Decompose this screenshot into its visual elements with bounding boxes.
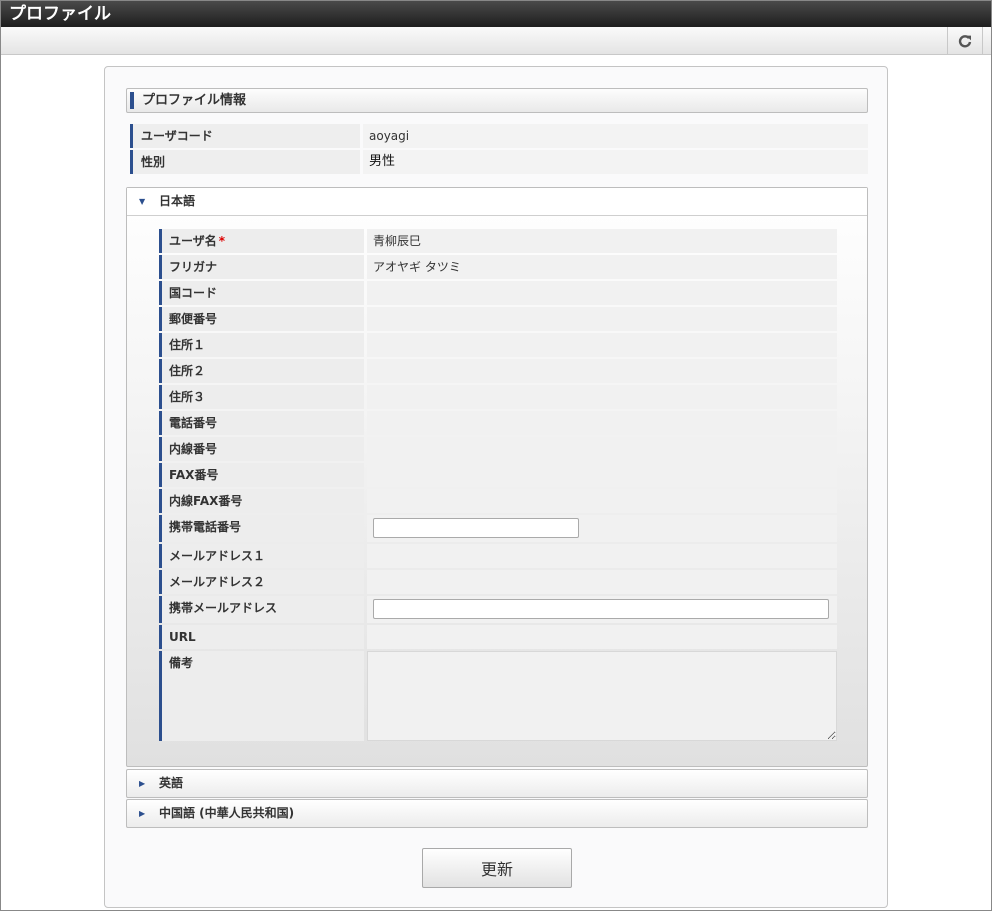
field-row-postal-code: 郵便番号 bbox=[159, 307, 837, 331]
field-label: URL bbox=[159, 625, 364, 649]
caret-right-icon: ▶ bbox=[139, 779, 146, 788]
field-label: 住所２ bbox=[159, 359, 364, 383]
field-row-phone: 電話番号 bbox=[159, 411, 837, 435]
field-row-fax: FAX番号 bbox=[159, 463, 837, 487]
field-label: 国コード bbox=[159, 281, 364, 305]
field-row-extension: 内線番号 bbox=[159, 437, 837, 461]
japanese-form: ユーザ名 * 青柳辰巳 フリガナ アオヤギ タツミ 国コード 郵便番号 住所１ … bbox=[159, 229, 837, 743]
field-label: 内線FAX番号 bbox=[159, 489, 364, 513]
mobile-phone-input[interactable] bbox=[373, 518, 579, 538]
accordion-japanese: ▼ 日本語 ユーザ名 * 青柳辰巳 フリガナ アオヤギ タツミ 国コード 郵便番… bbox=[126, 187, 868, 767]
field-row-email-2: メールアドレス２ bbox=[159, 570, 837, 594]
field-label: FAX番号 bbox=[159, 463, 364, 487]
field-label: 携帯メールアドレス bbox=[159, 596, 364, 623]
accordion-chinese: ▶ 中国語 (中華人民共和国) bbox=[126, 799, 868, 828]
postal-code-value bbox=[367, 307, 837, 331]
accordion-english: ▶ 英語 bbox=[126, 769, 868, 798]
caret-right-icon: ▶ bbox=[139, 809, 146, 818]
country-code-value bbox=[367, 281, 837, 305]
field-label: 内線番号 bbox=[159, 437, 364, 461]
field-row-email-1: メールアドレス１ bbox=[159, 544, 837, 568]
notes-textarea[interactable] bbox=[367, 651, 837, 741]
email-1-value bbox=[367, 544, 837, 568]
fax-value bbox=[367, 463, 837, 487]
field-label: メールアドレス１ bbox=[159, 544, 364, 568]
extension-fax-value bbox=[367, 489, 837, 513]
window-title: プロファイル bbox=[1, 1, 991, 27]
required-mark: * bbox=[218, 234, 226, 248]
address-3-value bbox=[367, 385, 837, 409]
accordion-title: 日本語 bbox=[159, 194, 196, 208]
field-label: ユーザ名 * bbox=[159, 229, 364, 253]
field-label: メールアドレス２ bbox=[159, 570, 364, 594]
summary-row-user-code: ユーザコード aoyagi bbox=[126, 124, 868, 148]
furigana-value: アオヤギ タツミ bbox=[367, 255, 837, 279]
accordion-header-chinese[interactable]: ▶ 中国語 (中華人民共和国) bbox=[127, 800, 867, 827]
extension-value bbox=[367, 437, 837, 461]
url-value bbox=[367, 625, 837, 649]
update-button[interactable]: 更新 bbox=[422, 848, 572, 888]
section-title-profile: プロファイル情報 bbox=[126, 88, 868, 113]
caret-down-icon: ▼ bbox=[139, 197, 146, 206]
gender-value: 男性 bbox=[363, 150, 868, 174]
field-label: 性別 bbox=[130, 150, 360, 174]
app-window: プロファイル プロファイル情報 ユーザコード aoyagi 性別 男性 ▼ 日本… bbox=[0, 0, 992, 911]
refresh-icon bbox=[958, 34, 972, 47]
address-2-value bbox=[367, 359, 837, 383]
field-row-user-name: ユーザ名 * 青柳辰巳 bbox=[159, 229, 837, 253]
accordion-header-japanese[interactable]: ▼ 日本語 bbox=[127, 188, 867, 216]
accordion-header-english[interactable]: ▶ 英語 bbox=[127, 770, 867, 797]
accordion-title: 英語 bbox=[159, 776, 184, 790]
mobile-email-cell bbox=[367, 596, 837, 623]
field-label: ユーザコード bbox=[130, 124, 360, 148]
profile-summary: ユーザコード aoyagi 性別 男性 bbox=[126, 124, 868, 176]
address-1-value bbox=[367, 333, 837, 357]
field-row-mobile-email: 携帯メールアドレス bbox=[159, 596, 837, 623]
toolbar bbox=[1, 27, 991, 55]
field-row-extension-fax: 内線FAX番号 bbox=[159, 489, 837, 513]
field-row-mobile-phone: 携帯電話番号 bbox=[159, 515, 837, 542]
field-row-notes: 備考 bbox=[159, 651, 837, 741]
field-label: 住所３ bbox=[159, 385, 364, 409]
email-2-value bbox=[367, 570, 837, 594]
field-row-address-2: 住所２ bbox=[159, 359, 837, 383]
field-row-furigana: フリガナ アオヤギ タツミ bbox=[159, 255, 837, 279]
refresh-button[interactable] bbox=[947, 27, 983, 54]
field-row-address-3: 住所３ bbox=[159, 385, 837, 409]
profile-card: プロファイル情報 ユーザコード aoyagi 性別 男性 ▼ 日本語 ユーザ名 … bbox=[104, 66, 888, 908]
field-row-url: URL bbox=[159, 625, 837, 649]
main-content: プロファイル情報 ユーザコード aoyagi 性別 男性 ▼ 日本語 ユーザ名 … bbox=[1, 55, 991, 910]
field-row-country-code: 国コード bbox=[159, 281, 837, 305]
user-code-value: aoyagi bbox=[363, 124, 868, 148]
summary-row-gender: 性別 男性 bbox=[126, 150, 868, 174]
notes-cell bbox=[367, 651, 837, 741]
field-label: 携帯電話番号 bbox=[159, 515, 364, 542]
field-row-address-1: 住所１ bbox=[159, 333, 837, 357]
field-label: 電話番号 bbox=[159, 411, 364, 435]
user-name-value: 青柳辰巳 bbox=[367, 229, 837, 253]
accordion-title: 中国語 (中華人民共和国) bbox=[159, 806, 295, 820]
phone-value bbox=[367, 411, 837, 435]
mobile-phone-cell bbox=[367, 515, 837, 542]
field-label: 備考 bbox=[159, 651, 364, 741]
field-label: 住所１ bbox=[159, 333, 364, 357]
field-label: 郵便番号 bbox=[159, 307, 364, 331]
mobile-email-input[interactable] bbox=[373, 599, 829, 619]
field-label: フリガナ bbox=[159, 255, 364, 279]
